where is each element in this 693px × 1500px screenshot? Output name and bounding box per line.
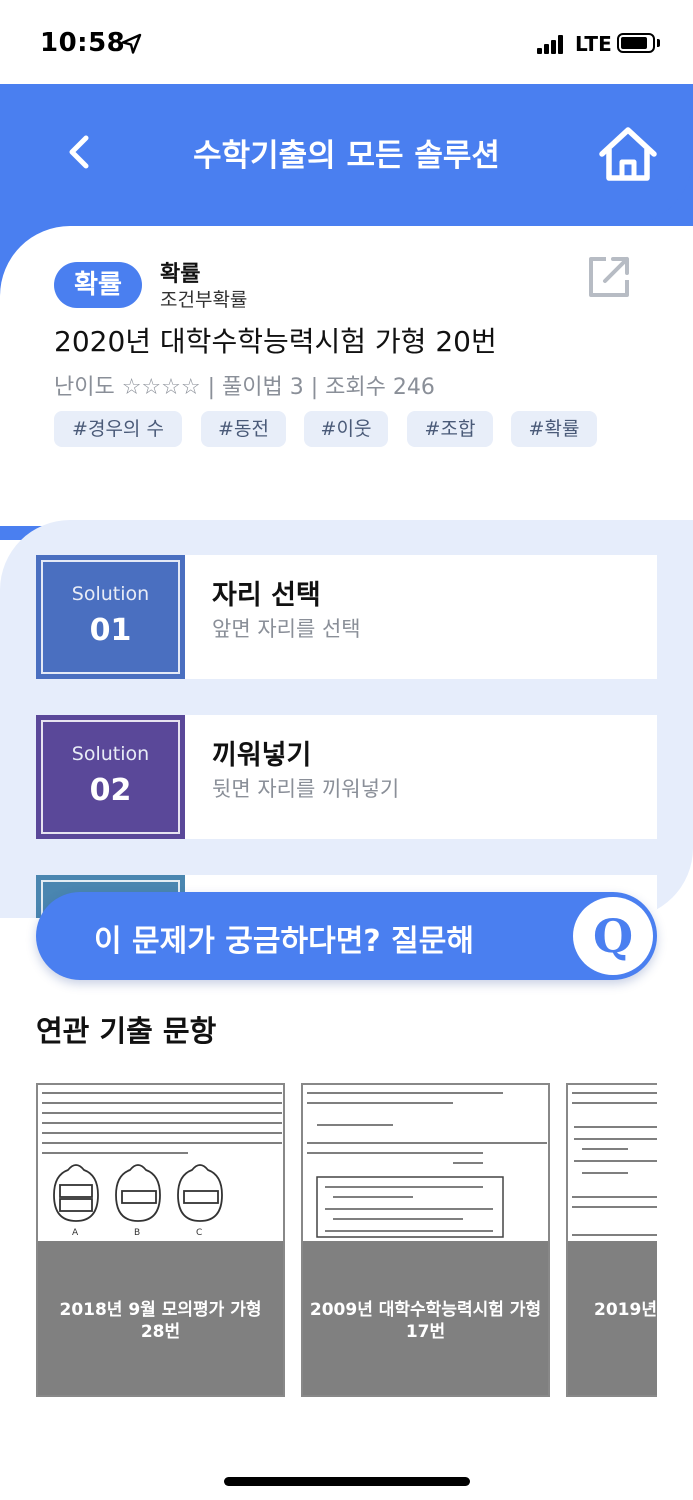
solution-number: 01: [89, 613, 132, 648]
thumbnail-overlay: 2018년 9월 모의평가 가형 28번: [38, 1241, 283, 1395]
solution-subtitle: 뒷면 자리를 끼워넣기: [212, 777, 400, 801]
home-icon[interactable]: [596, 124, 660, 184]
solution-number-box: Solution 01: [36, 555, 185, 679]
related-section-title: 연관 기출 문항: [36, 1014, 217, 1048]
solution-item[interactable]: Solution 01 자리 선택 앞면 자리를 선택: [36, 555, 657, 679]
external-link-icon[interactable]: [586, 254, 632, 300]
svg-text:B: B: [134, 1228, 140, 1238]
solution-number: 02: [89, 773, 132, 808]
solution-number-box: Solution 02: [36, 715, 185, 839]
solution-title: 끼워넣기: [212, 740, 312, 771]
related-problem-label: 2018년 9월 모의평가 가형 28번: [59, 1300, 262, 1342]
category-badge: 확률: [54, 262, 142, 308]
svg-text:A: A: [72, 1228, 79, 1238]
home-indicator[interactable]: [224, 1477, 470, 1486]
solution-label: Solution: [71, 583, 150, 605]
ask-button-label: 이 문제가 궁금하다면? 질문해: [94, 924, 474, 959]
related-problem-card[interactable]: 2019년: [566, 1083, 657, 1397]
category-main: 확률: [160, 262, 201, 287]
tag-chip[interactable]: #경우의 수: [54, 411, 182, 447]
svg-text:C: C: [196, 1228, 202, 1238]
problem-thumbnail: [568, 1085, 657, 1241]
related-problem-card[interactable]: A B C 2018년 9월 모의평가 가형 28번: [36, 1083, 285, 1397]
tag-chip[interactable]: #이웃: [304, 411, 388, 447]
ask-question-button[interactable]: 이 문제가 궁금하다면? 질문해 Q: [36, 892, 657, 980]
thumbnail-overlay: 2019년: [568, 1241, 657, 1395]
solution-label: Solution: [71, 743, 150, 765]
solution-subtitle: 앞면 자리를 선택: [212, 617, 361, 641]
thumbnail-overlay: 2009년 대학수학능력시험 가형 17번: [303, 1241, 548, 1395]
network-label: LTE: [575, 32, 612, 56]
solution-item[interactable]: Solution 02 끼워넣기 뒷면 자리를 끼워넣기: [36, 715, 657, 839]
problem-meta: 난이도 ☆☆☆☆ | 풀이법 3 | 조회수 246: [54, 375, 435, 400]
status-time: 10:58: [40, 28, 126, 58]
tag-chip[interactable]: #확률: [511, 411, 597, 447]
related-problem-card[interactable]: 2009년 대학수학능력시험 가형 17번: [301, 1083, 550, 1397]
solution-title: 자리 선택: [212, 580, 321, 611]
problem-thumbnail: [303, 1085, 548, 1241]
location-arrow-icon: [121, 33, 142, 54]
question-icon: Q: [573, 897, 653, 975]
signal-icon: [537, 34, 567, 54]
battery-tip: [657, 39, 660, 47]
tag-chip[interactable]: #동전: [201, 411, 286, 447]
page-title: 수학기출의 모든 솔루션: [193, 138, 500, 174]
related-carousel[interactable]: A B C 2018년 9월 모의평가 가형 28번 2009년 대학수학능력시험 …: [36, 1083, 657, 1397]
problem-title: 2020년 대학수학능력시험 가형 20번: [54, 325, 497, 358]
app-header: 수학기출의 모든 솔루션: [0, 84, 693, 226]
tag-chip[interactable]: #조합: [407, 411, 493, 447]
related-problem-label: 2019년: [594, 1300, 657, 1320]
problem-thumbnail: A B C: [38, 1085, 283, 1241]
related-problem-label: 2009년 대학수학능력시험 가형 17번: [309, 1300, 542, 1342]
category-sub: 조건부확률: [160, 289, 248, 311]
status-bar: 10:58 LTE: [0, 0, 693, 84]
battery-icon: [617, 33, 655, 53]
solutions-panel: Solution 01 자리 선택 앞면 자리를 선택 Solution 02 …: [0, 520, 693, 918]
